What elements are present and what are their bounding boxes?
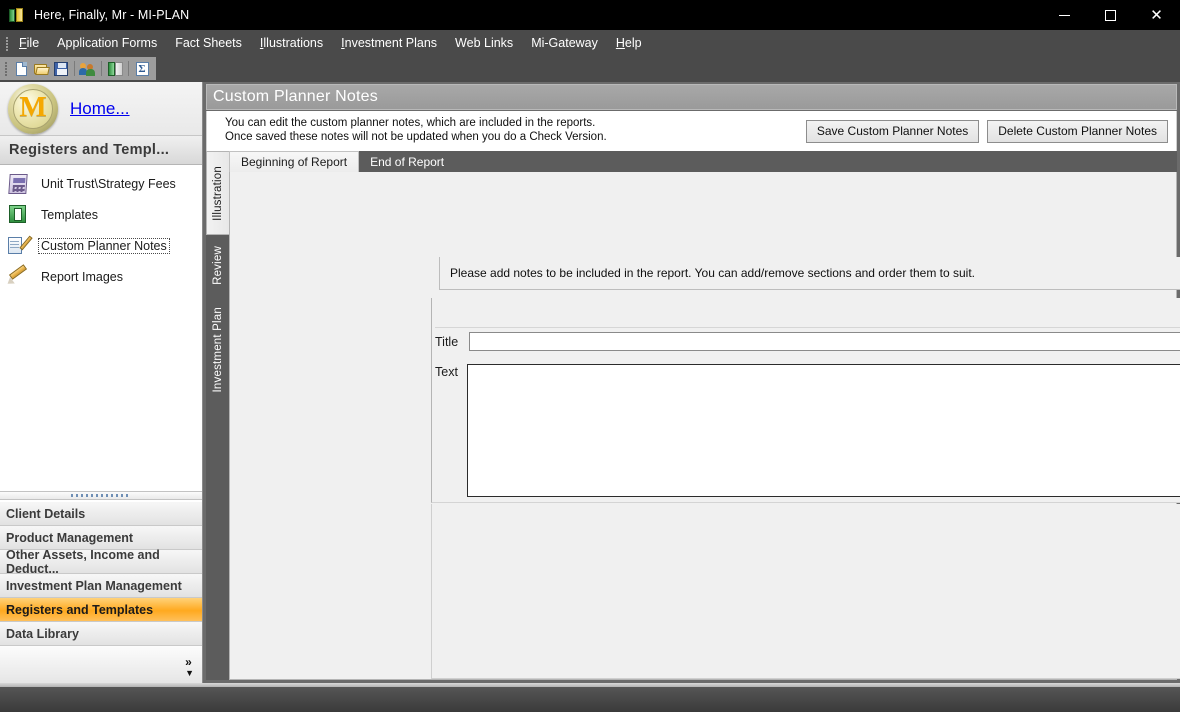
sidebar-splitter-handle[interactable] (0, 491, 202, 500)
new-document-button[interactable] (11, 59, 31, 79)
clients-people-icon (79, 62, 96, 76)
sidebar-item-unit-trust-strategy-fees[interactable]: Unit Trust\Strategy Fees (0, 168, 202, 199)
description-bar: You can edit the custom planner notes, w… (206, 111, 1177, 151)
toolbar-separator (128, 61, 129, 76)
maximize-button[interactable] (1087, 0, 1133, 30)
save-disk-icon (54, 61, 68, 76)
sidebar-item-custom-planner-notes[interactable]: Custom Planner Notes (0, 230, 202, 261)
toolbar: Σ (0, 57, 156, 80)
menu-item-file[interactable]: FFileile (10, 33, 48, 54)
green-book-icon (7, 204, 29, 225)
page-header: Custom Planner Notes (206, 84, 1177, 110)
toolbar-separator (101, 61, 102, 76)
vertical-tab-review[interactable]: Review (206, 235, 229, 295)
menu-item-application-forms[interactable]: Application Forms (48, 33, 166, 54)
calculate-button[interactable]: Σ (132, 59, 152, 79)
sidebar-item-label: Report Images (41, 269, 123, 284)
main-content: Custom Planner Notes You can edit the cu… (203, 82, 1180, 683)
book-icon (107, 61, 123, 76)
menu-bar: FFileile Application Forms Fact Sheets I… (0, 30, 1180, 57)
books-icon (9, 7, 25, 23)
application-window: Here, Finally, Mr - MI-PLAN ✕ FFileile A… (0, 0, 1180, 712)
text-area-wrapper: ▲ ▼ (467, 364, 1180, 497)
open-file-button[interactable] (31, 59, 51, 79)
sidebar-item-label: Templates (41, 207, 98, 222)
tab-bar: Beginning of Report End of Report (229, 151, 1177, 172)
toolbar-row: Σ (0, 57, 1180, 82)
menu-grip-icon[interactable] (3, 36, 10, 52)
menu-item-investment-plans[interactable]: Investment Plans (332, 33, 446, 54)
sidebar-section-registers-and-templates[interactable]: Registers and Templates (0, 598, 202, 622)
page-title: Custom Planner Notes (213, 88, 378, 105)
sidebar-footer: » ▼ (0, 646, 202, 683)
save-button[interactable] (51, 59, 71, 79)
note-section-toolbar (435, 301, 1180, 328)
text-field-label: Text (435, 365, 458, 379)
delete-custom-planner-notes-button[interactable]: Delete Custom Planner Notes (987, 120, 1168, 143)
sidebar-item-label: Custom Planner Notes (38, 237, 170, 254)
text-field-label-row: Text (435, 365, 469, 379)
notepad-pencil-icon (7, 235, 33, 256)
info-text: Please add notes to be included in the r… (450, 266, 976, 280)
empty-sections-area (431, 504, 1180, 679)
toolbar-separator (74, 61, 75, 76)
logo-letter: M (19, 91, 47, 123)
menu-item-fact-sheets[interactable]: Fact Sheets (166, 33, 251, 54)
tab-beginning-of-report[interactable]: Beginning of Report (229, 151, 360, 172)
clients-button[interactable] (78, 59, 98, 79)
description-line-2: Once saved these notes will not be updat… (225, 131, 607, 143)
menu-item-illustrations[interactable]: Illustrations (251, 33, 332, 54)
pencil-icon (5, 264, 29, 287)
vertical-tab-investment-plan[interactable]: Investment Plan (206, 295, 229, 405)
sidebar-header: M Home... (0, 82, 202, 135)
save-custom-planner-notes-button[interactable]: Save Custom Planner Notes (805, 120, 980, 143)
window-controls: ✕ (1041, 0, 1180, 30)
sidebar-item-templates[interactable]: Templates (0, 199, 202, 230)
sidebar-group-title: Registers and Templ... (0, 135, 202, 165)
description-text: You can edit the custom planner notes, w… (225, 116, 607, 144)
sigma-icon: Σ (135, 61, 149, 76)
app-logo: M (8, 83, 58, 134)
sidebar-sections: Client Details Product Management Other … (0, 502, 202, 683)
sidebar-item-report-images[interactable]: Report Images (0, 261, 202, 292)
vertical-tab-strip: Illustration Review Investment Plan (206, 151, 229, 680)
status-bar (0, 683, 1180, 712)
sidebar-item-list: Unit Trust\Strategy Fees Templates Custo… (0, 165, 202, 292)
sidebar-section-product-management[interactable]: Product Management (0, 526, 202, 550)
sidebar-item-label: Unit Trust\Strategy Fees (41, 176, 176, 191)
title-input[interactable] (469, 332, 1180, 351)
description-line-1: You can edit the custom planner notes, w… (225, 117, 596, 129)
open-folder-icon (33, 63, 49, 75)
minimize-button[interactable] (1041, 0, 1087, 30)
sidebar-section-client-details[interactable]: Client Details (0, 502, 202, 526)
home-link[interactable]: Home... (70, 99, 130, 119)
info-bar: Please add notes to be included in the r… (439, 257, 1180, 290)
title-field-row: Title (435, 332, 1180, 351)
window-title: Here, Finally, Mr - MI-PLAN (34, 8, 190, 22)
expand-sections-chevron-icon[interactable]: » ▼ (185, 656, 194, 678)
text-input[interactable] (468, 365, 1180, 496)
sidebar-section-investment-plan-management[interactable]: Investment Plan Management (0, 574, 202, 598)
vertical-tab-illustration[interactable]: Illustration (206, 151, 229, 235)
library-button[interactable] (105, 59, 125, 79)
title-bar: Here, Finally, Mr - MI-PLAN ✕ (0, 0, 1180, 30)
sidebar: M Home... Registers and Templ... Unit Tr… (0, 82, 203, 683)
menu-item-help[interactable]: Help (607, 33, 651, 54)
close-button[interactable]: ✕ (1133, 0, 1180, 30)
header-buttons: Save Custom Planner Notes Delete Custom … (805, 120, 1168, 143)
sidebar-section-other-assets[interactable]: Other Assets, Income and Deduct... (0, 548, 202, 576)
menu-item-mi-gateway[interactable]: Mi-Gateway (522, 33, 607, 54)
tab-end-of-report[interactable]: End of Report (359, 151, 455, 172)
calculator-icon (7, 173, 29, 194)
toolbar-grip-icon[interactable] (2, 59, 9, 78)
new-document-icon (15, 61, 27, 76)
title-field-label: Title (435, 334, 459, 349)
menu-item-web-links[interactable]: Web Links (446, 33, 522, 54)
sidebar-section-data-library[interactable]: Data Library (0, 622, 202, 646)
